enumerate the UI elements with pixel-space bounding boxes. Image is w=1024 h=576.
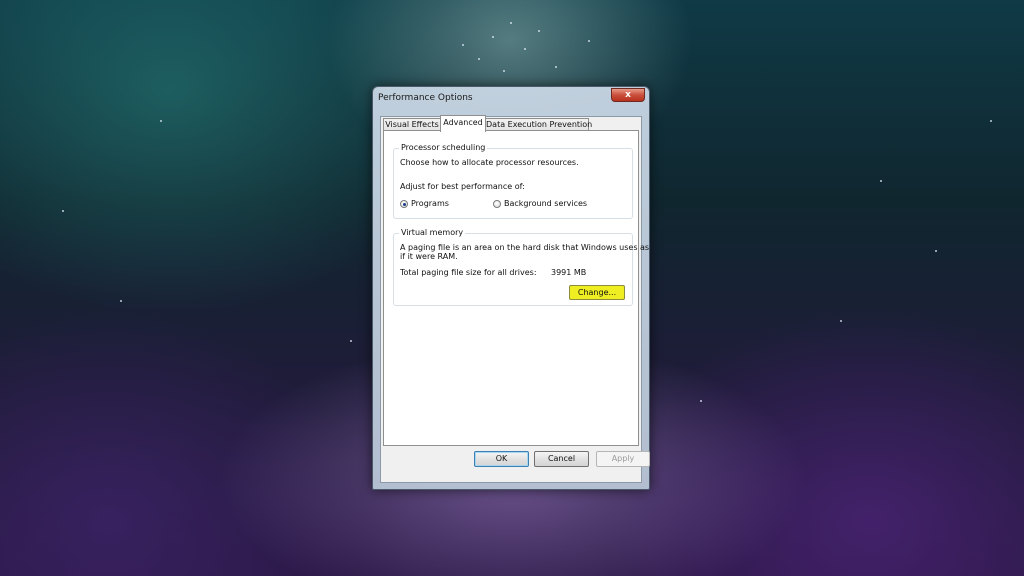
star <box>510 22 512 24</box>
change-button[interactable]: Change... <box>569 285 625 300</box>
background-services-radio[interactable] <box>493 200 501 208</box>
virtual-memory-description-line2: if it were RAM. <box>400 252 458 261</box>
programs-radio[interactable] <box>400 200 408 208</box>
star <box>990 120 992 122</box>
star <box>588 40 590 42</box>
radio-selected-dot <box>402 202 406 206</box>
tab-advanced[interactable]: Advanced <box>440 115 486 132</box>
processor-description: Choose how to allocate processor resourc… <box>400 158 579 167</box>
cancel-button[interactable]: Cancel <box>534 451 589 467</box>
apply-button[interactable]: Apply <box>596 451 650 467</box>
star <box>700 400 702 402</box>
star <box>555 66 557 68</box>
ok-button[interactable]: OK <box>474 451 529 467</box>
star <box>462 44 464 46</box>
window-title: Performance Options <box>378 93 473 103</box>
star <box>503 70 505 72</box>
processor-scheduling-label: Processor scheduling <box>399 143 488 152</box>
star <box>62 210 64 212</box>
star <box>350 340 352 342</box>
programs-label: Programs <box>411 199 449 208</box>
advanced-tab-page: Processor scheduling Choose how to alloc… <box>383 130 649 446</box>
star <box>478 58 480 60</box>
background-services-label: Background services <box>504 199 588 208</box>
dialog-client-area: Visual Effects Advanced Data Execution P… <box>380 115 650 483</box>
star <box>840 320 842 322</box>
star <box>120 300 122 302</box>
close-button[interactable]: x <box>611 88 645 102</box>
total-paging-label: Total paging file size for all drives: <box>400 268 537 277</box>
performance-options-dialog: Performance Options x Visual Effects Adv… <box>372 86 650 490</box>
star <box>935 250 937 252</box>
adjust-label: Adjust for best performance of: <box>400 182 525 191</box>
virtual-memory-description-line1: A paging file is an area on the hard dis… <box>400 243 650 252</box>
virtual-memory-label: Virtual memory <box>399 228 466 237</box>
total-paging-value: 3991 MB <box>551 268 587 277</box>
star <box>160 120 162 122</box>
close-icon: x <box>625 90 631 100</box>
star <box>538 30 540 32</box>
star <box>880 180 882 182</box>
title-bar[interactable]: Performance Options x <box>373 87 649 109</box>
star <box>524 48 526 50</box>
virtual-memory-group: Virtual memory A paging file is an area … <box>393 228 649 306</box>
processor-scheduling-group: Processor scheduling Choose how to alloc… <box>393 143 633 219</box>
star <box>492 36 494 38</box>
